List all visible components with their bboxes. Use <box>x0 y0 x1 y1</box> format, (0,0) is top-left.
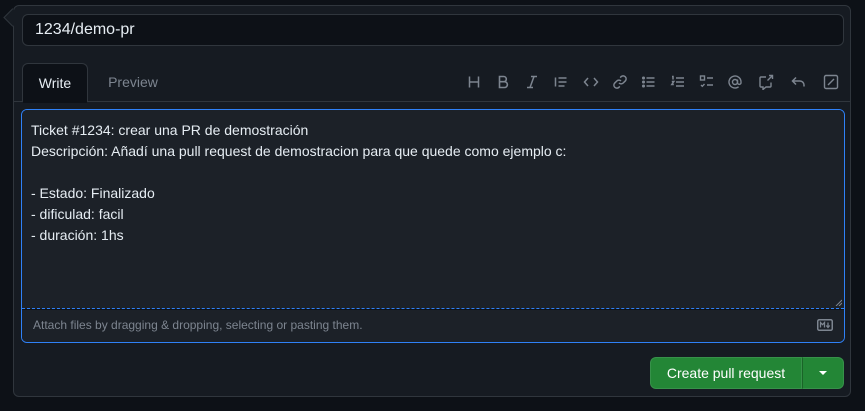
attach-files-hint: Attach files by dragging & dropping, sel… <box>33 318 363 332</box>
body-line <box>31 162 835 183</box>
pr-body-textarea[interactable]: Ticket #1234: crear una PR de demostraci… <box>22 110 844 309</box>
code-icon[interactable] <box>579 70 603 94</box>
tab-write[interactable]: Write <box>22 63 88 103</box>
body-line: Descripción: Añadí una pull request de d… <box>31 143 567 159</box>
resize-handle-icon[interactable] <box>834 298 842 306</box>
create-options-dropdown[interactable] <box>802 357 844 389</box>
tab-write-label: Write <box>38 75 72 91</box>
tab-preview[interactable]: Preview <box>94 63 172 102</box>
reply-icon[interactable] <box>786 70 810 94</box>
body-line: Ticket #1234: crear una PR de demostraci… <box>31 122 309 138</box>
unordered-list-icon[interactable] <box>637 70 661 94</box>
tab-preview-label: Preview <box>108 74 158 90</box>
fullscreen-icon[interactable] <box>819 70 843 94</box>
mention-icon[interactable] <box>723 70 747 94</box>
body-line: - Estado: Finalizado <box>31 185 155 201</box>
bold-icon[interactable] <box>491 70 515 94</box>
attach-files-bar[interactable]: Attach files by dragging & dropping, sel… <box>22 310 844 342</box>
heading-icon[interactable] <box>462 70 486 94</box>
body-line: - duración: 1hs <box>31 227 124 243</box>
link-icon[interactable] <box>608 70 632 94</box>
create-pr-button-group: Create pull request <box>650 357 844 389</box>
comment-editor: Ticket #1234: crear una PR de demostraci… <box>21 109 845 343</box>
task-list-icon[interactable] <box>695 70 719 94</box>
triangle-down-icon <box>819 371 827 375</box>
create-pull-request-button[interactable]: Create pull request <box>650 357 802 389</box>
ordered-list-icon[interactable] <box>666 70 690 94</box>
cross-reference-icon[interactable] <box>754 70 778 94</box>
pr-title-input[interactable] <box>22 14 844 46</box>
markdown-icon[interactable] <box>817 319 833 331</box>
body-line: - dificulad: facil <box>31 206 124 222</box>
italic-icon[interactable] <box>520 70 544 94</box>
quote-icon[interactable] <box>549 70 573 94</box>
